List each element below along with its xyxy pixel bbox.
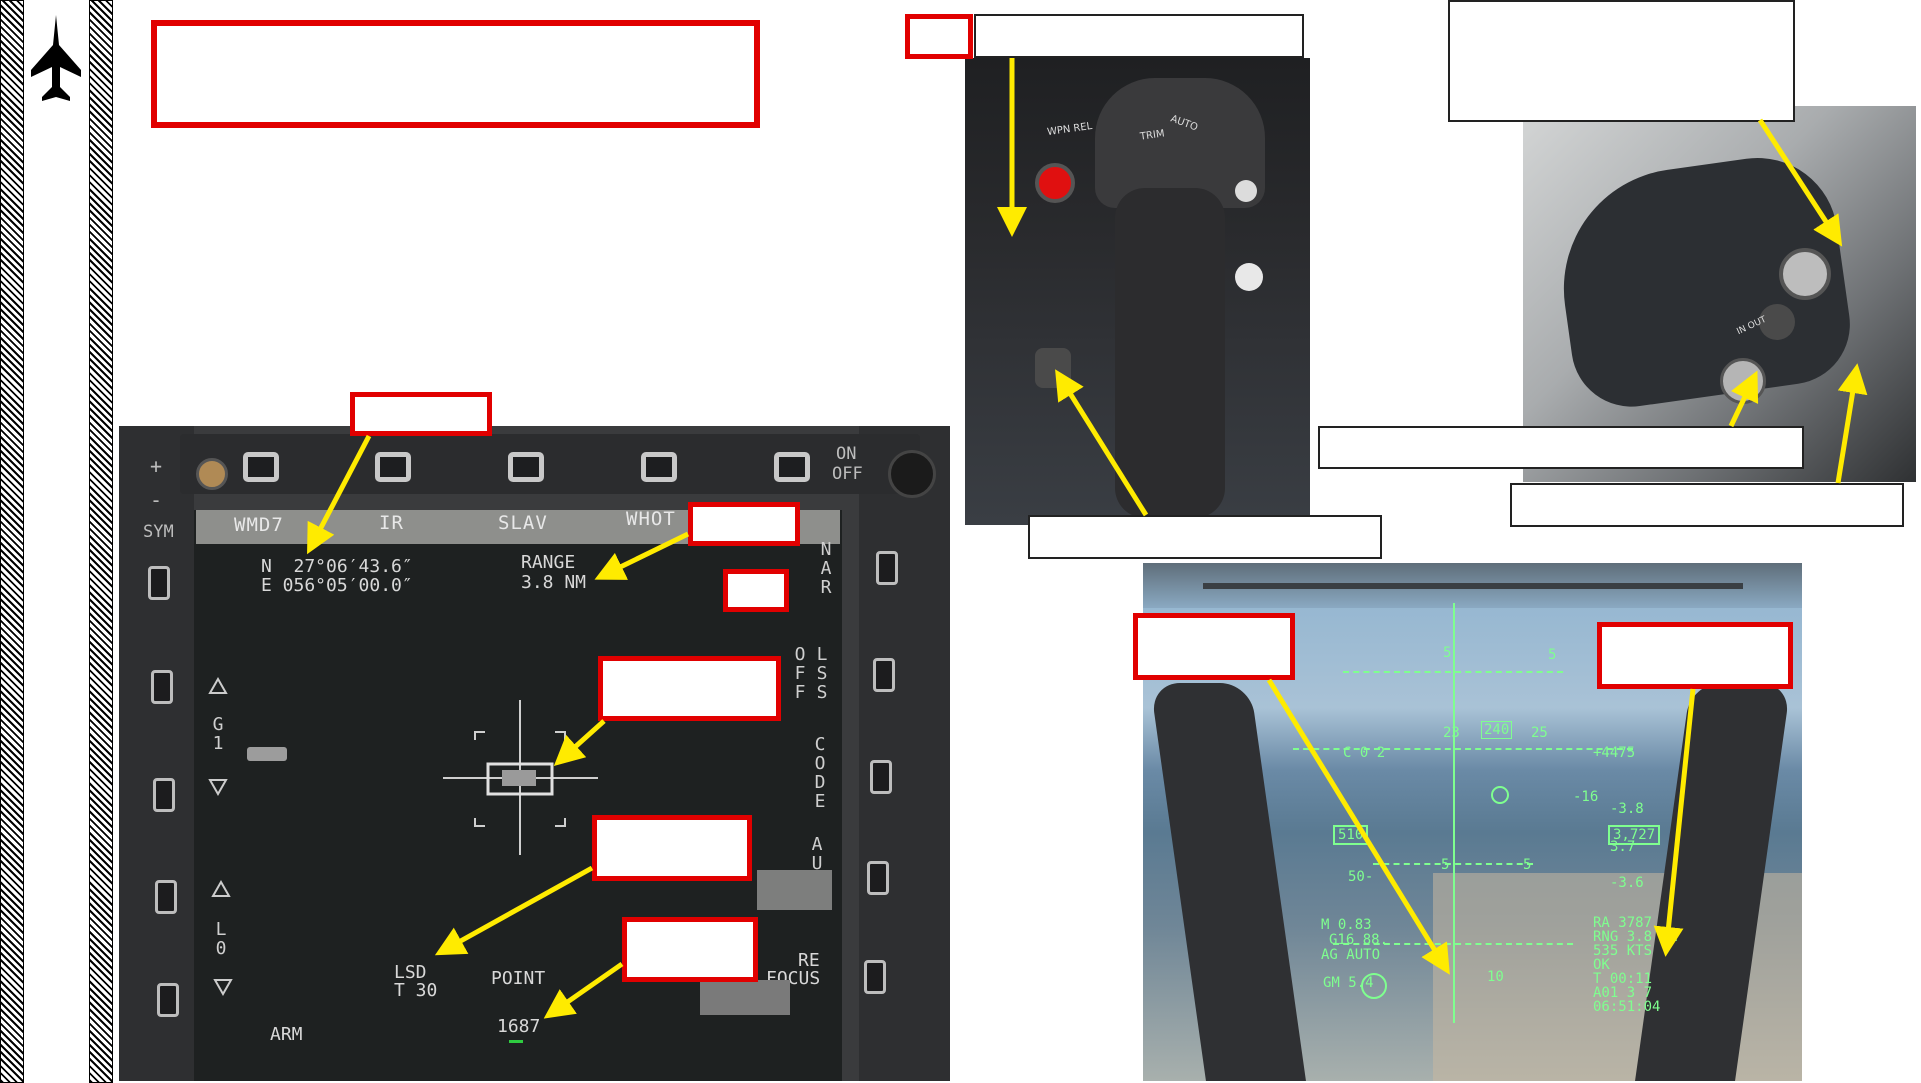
off-label: OFF: [832, 464, 863, 484]
g1-up-arrow-icon[interactable]: [208, 677, 228, 695]
callout-lsd: [592, 815, 752, 881]
arm-label: ARM: [270, 1024, 303, 1045]
g1-label: G 1: [212, 714, 224, 754]
hud-heading-box: 240: [1481, 721, 1513, 739]
callout-stick-small: [905, 14, 973, 59]
hud-heading-left: 23: [1443, 725, 1460, 741]
off-vert-label: OFF: [794, 644, 806, 703]
lon-readout: E 056°05′00.0″: [261, 575, 413, 596]
hud-ladder-right-3: 3.7: [1610, 839, 1636, 855]
hud-left-block-1: M 0.83: [1321, 917, 1372, 933]
l0-up-arrow-icon[interactable]: [211, 880, 231, 898]
sym-label: SYM: [143, 522, 174, 542]
hud-left-block-3: AG AUTO: [1321, 947, 1381, 963]
left-rail-outer: [0, 0, 24, 1083]
t30-label: T 30: [394, 980, 438, 1001]
l0-down-arrow-icon[interactable]: [213, 978, 233, 996]
osb-left-4[interactable]: [155, 880, 177, 914]
osb-right-1[interactable]: [876, 551, 898, 585]
osb-left-2[interactable]: [151, 670, 173, 704]
callout-menu: [350, 392, 492, 436]
callout-stick-top: [974, 14, 1304, 58]
elevation-readout: 1687: [497, 1016, 541, 1037]
hud-airspeed: 510: [1333, 825, 1369, 845]
osb-top-4[interactable]: [641, 452, 677, 482]
crosshair-icon: [443, 700, 598, 855]
hud-left-block-2: G16 88.: [1329, 932, 1389, 948]
elevation-marker: [509, 1040, 523, 1043]
lat-readout: N 27°06′43.6″: [261, 556, 413, 577]
hud-ladder-right-1: -16: [1573, 789, 1599, 805]
callout-nar: [723, 569, 789, 612]
title-callout: [151, 20, 760, 128]
osb-right-2[interactable]: [873, 658, 895, 692]
hud-left-block-4: GM 5.4: [1323, 975, 1374, 991]
callout-range: [688, 502, 800, 546]
l0-label: L 0: [215, 919, 227, 959]
contrast-knob[interactable]: [888, 450, 936, 498]
stick-photo: WPN REL AUTO TRIM: [965, 58, 1310, 525]
wpn-rel-label: WPN REL: [1046, 120, 1093, 139]
hud-heading-right: 25: [1531, 725, 1548, 741]
on-label: ON: [836, 444, 857, 464]
menu-whot[interactable]: WHOT: [626, 508, 676, 530]
hud-right-block-7: 06:51:04: [1593, 999, 1661, 1015]
osb-top-5[interactable]: [774, 452, 810, 482]
callout-hud-left: [1133, 613, 1295, 680]
plus-label: +: [150, 454, 163, 478]
nar-label: NAR: [820, 539, 832, 598]
range-value: 3.8 NM: [521, 572, 587, 593]
point-label: POINT: [491, 968, 546, 989]
osb-left-5[interactable]: [157, 983, 179, 1017]
hud-ladder-left-c02: C 0 2: [1343, 745, 1386, 761]
hud-ladder-left-5a: 5: [1441, 857, 1450, 873]
osb-left-3[interactable]: [153, 778, 175, 812]
callout-throttle-bottom: [1510, 483, 1904, 527]
hud-tick-top-1: 5: [1443, 645, 1452, 661]
menu-slav[interactable]: SLAV: [498, 512, 548, 534]
lss-label: LSS: [816, 644, 828, 703]
osb-left-1[interactable]: [148, 566, 170, 600]
osb-right-4[interactable]: [867, 861, 889, 895]
callout-target: [598, 656, 781, 721]
ground-vehicle: [247, 747, 287, 761]
callout-point: [622, 917, 758, 982]
callout-throttle-mid: [1318, 426, 1804, 469]
code-label: CODE: [814, 734, 826, 812]
hud-alt-diff: +4475: [1593, 745, 1636, 761]
callout-throttle-top: [1448, 0, 1795, 122]
range-label: RANGE: [521, 552, 576, 573]
g1-down-arrow-icon[interactable]: [208, 778, 228, 796]
minus-label: -: [150, 488, 163, 512]
callout-hud-right: [1597, 622, 1793, 689]
osb-right-3[interactable]: [870, 760, 892, 794]
hud-bottom-mark: 10: [1487, 969, 1504, 985]
osb-top-2[interactable]: [375, 452, 411, 482]
hud-ladder-left-50: 50-: [1348, 869, 1374, 885]
osb-top-3[interactable]: [508, 452, 544, 482]
ground-structure: [757, 870, 832, 910]
left-rail-inner: [89, 0, 113, 1083]
brightness-knob[interactable]: [196, 458, 228, 490]
jet-silhouette-icon: [31, 15, 81, 101]
hud-ladder-right-2: -3.8: [1610, 801, 1644, 817]
osb-right-5[interactable]: [864, 960, 886, 994]
osb-top-1[interactable]: [243, 452, 279, 482]
callout-stick-bottom: [1028, 515, 1382, 559]
hud-ladder-left-5b: 5: [1523, 857, 1532, 873]
hud-ladder-right-4: -3.6: [1610, 875, 1644, 891]
menu-ir[interactable]: IR: [379, 512, 404, 534]
ground-structure-2: [700, 980, 790, 1015]
hud-tick-top-2: 5: [1548, 647, 1557, 663]
menu-wmd7[interactable]: WMD7: [234, 514, 284, 536]
